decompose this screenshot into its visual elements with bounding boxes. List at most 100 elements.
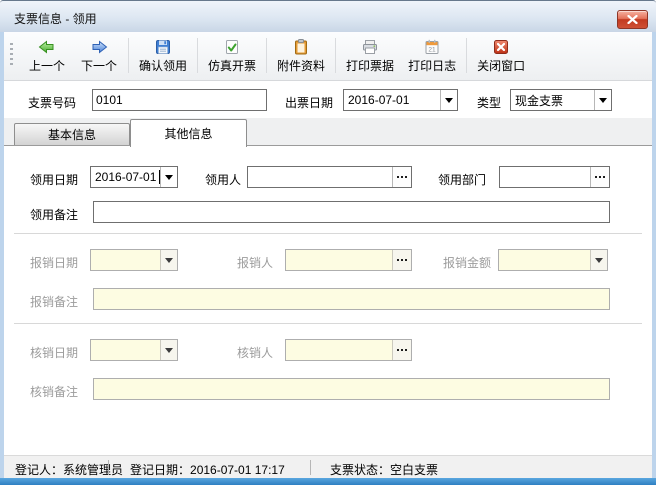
check-status-label: 支票状态： bbox=[330, 463, 390, 477]
reimburse-amount-dropdown-button bbox=[590, 250, 607, 270]
type-dropdown-button[interactable] bbox=[594, 90, 611, 110]
arrow-right-icon bbox=[90, 38, 108, 56]
collect-dept-label: 领用部门 bbox=[438, 171, 486, 188]
register-date-value: 2016-07-01 17:17 bbox=[190, 463, 285, 477]
collect-remark-label: 领用备注 bbox=[30, 206, 78, 223]
type-value: 现金支票 bbox=[515, 92, 594, 109]
window-border-left bbox=[0, 32, 4, 478]
statusbar-separator bbox=[108, 460, 109, 475]
collect-person-field[interactable] bbox=[247, 166, 412, 188]
tab-other-info[interactable]: 其他信息 bbox=[130, 119, 247, 147]
ellipsis-icon bbox=[401, 259, 403, 261]
writeoff-person-field bbox=[285, 339, 412, 361]
check-number-input[interactable] bbox=[92, 89, 267, 111]
statusbar-separator bbox=[310, 460, 311, 475]
registrant-label: 登记人： bbox=[15, 463, 63, 477]
reimburse-person-label: 报销人 bbox=[237, 254, 273, 271]
issue-date-dropdown-button[interactable] bbox=[440, 90, 457, 110]
ellipsis-icon bbox=[401, 176, 403, 178]
issue-date-label: 出票日期 bbox=[285, 94, 333, 111]
toolbar-button-simulate-invoice[interactable]: 仿真开票 bbox=[201, 35, 263, 76]
registrant-value: 系统管理员 bbox=[63, 463, 123, 477]
writeoff-date-combobox bbox=[90, 339, 178, 361]
register-date-label: 登记日期： bbox=[130, 463, 190, 477]
writeoff-date-dropdown-button bbox=[160, 340, 177, 360]
register-date-status: 登记日期：2016-07-01 17:17 bbox=[130, 461, 285, 478]
toolbar-button-label: 打印日志 bbox=[408, 57, 456, 74]
collect-date-label: 领用日期 bbox=[30, 171, 78, 188]
calendar-day-number: 21 bbox=[428, 46, 436, 53]
collect-person-browse-button[interactable] bbox=[392, 167, 411, 187]
tab-label: 其他信息 bbox=[164, 125, 212, 142]
toolbar-button-print-receipt[interactable]: 打印票据 bbox=[339, 35, 401, 76]
toolbar-button-label: 打印票据 bbox=[346, 57, 394, 74]
window-border-bottom bbox=[0, 478, 656, 485]
clipboard-icon bbox=[292, 38, 310, 56]
toolbar-separator bbox=[266, 38, 267, 73]
status-bar: 登记人：系统管理员 登记日期：2016-07-01 17:17 支票状态：空白支… bbox=[4, 455, 652, 478]
toolbar-button-label: 下一个 bbox=[81, 57, 117, 74]
reimburse-remark-label: 报销备注 bbox=[30, 293, 78, 310]
window-border-right bbox=[652, 32, 656, 478]
toolbar-button-attachments[interactable]: 附件资料 bbox=[270, 35, 332, 76]
close-icon bbox=[627, 15, 638, 24]
chevron-down-icon bbox=[445, 98, 453, 107]
titlebar[interactable]: 支票信息 - 领用 bbox=[0, 0, 656, 32]
issue-date-value: 2016-07-01 bbox=[348, 93, 440, 107]
toolbar-button-label: 仿真开票 bbox=[208, 57, 256, 74]
collect-dept-field[interactable] bbox=[499, 166, 610, 188]
chevron-down-icon bbox=[595, 258, 603, 267]
toolbar-button-label: 附件资料 bbox=[277, 57, 325, 74]
chevron-down-icon bbox=[165, 175, 173, 184]
tab-page-border bbox=[4, 145, 652, 146]
reimburse-date-label: 报销日期 bbox=[30, 254, 78, 271]
reimburse-person-field bbox=[285, 249, 412, 271]
toolbar-button-print-log[interactable]: 21 打印日志 bbox=[401, 35, 463, 76]
collect-person-label: 领用人 bbox=[205, 171, 241, 188]
check-status: 支票状态：空白支票 bbox=[330, 461, 438, 478]
toolbar: 上一个 下一个 bbox=[4, 32, 652, 81]
toolbar-gripper[interactable] bbox=[10, 43, 13, 68]
reimburse-person-browse-button bbox=[392, 250, 411, 270]
toolbar-button-confirm-collect[interactable]: 确认领用 bbox=[132, 35, 194, 76]
toolbar-button-previous[interactable]: 上一个 bbox=[21, 35, 73, 76]
window-close-button[interactable] bbox=[617, 10, 648, 29]
toolbar-button-label: 确认领用 bbox=[139, 57, 187, 74]
collect-date-combobox[interactable]: 2016-07-01 bbox=[90, 166, 178, 188]
writeoff-remark-label: 核销备注 bbox=[30, 383, 78, 400]
toolbar-button-next[interactable]: 下一个 bbox=[73, 35, 125, 76]
close-red-icon bbox=[492, 38, 510, 56]
registrant-status: 登记人：系统管理员 bbox=[15, 461, 123, 478]
collect-date-dropdown-button[interactable] bbox=[160, 167, 177, 187]
check-number-label: 支票号码 bbox=[28, 94, 76, 111]
type-label: 类型 bbox=[477, 94, 501, 111]
writeoff-person-label: 核销人 bbox=[237, 344, 273, 361]
ellipsis-icon bbox=[599, 176, 601, 178]
issue-date-combobox[interactable]: 2016-07-01 bbox=[343, 89, 458, 111]
check-status-value: 空白支票 bbox=[390, 463, 438, 477]
reimburse-remark-input bbox=[93, 288, 610, 310]
writeoff-date-label: 核销日期 bbox=[30, 344, 78, 361]
toolbar-separator bbox=[335, 38, 336, 73]
type-combobox[interactable]: 现金支票 bbox=[510, 89, 612, 111]
section-separator bbox=[14, 233, 642, 234]
ellipsis-icon bbox=[401, 349, 403, 351]
section-separator bbox=[14, 323, 642, 324]
collect-date-value: 2016-07-01 bbox=[95, 170, 158, 184]
toolbar-separator bbox=[128, 38, 129, 73]
arrow-left-icon bbox=[38, 38, 56, 56]
reimburse-amount-label: 报销金额 bbox=[443, 254, 491, 271]
reimburse-date-combobox bbox=[90, 249, 178, 271]
tab-basic-info[interactable]: 基本信息 bbox=[14, 123, 130, 145]
collect-dept-browse-button[interactable] bbox=[590, 167, 609, 187]
toolbar-separator bbox=[466, 38, 467, 73]
reimburse-amount-combobox bbox=[498, 249, 608, 271]
document-check-icon bbox=[223, 38, 241, 56]
collect-remark-input[interactable] bbox=[93, 201, 610, 223]
window-title: 支票信息 - 领用 bbox=[14, 10, 97, 27]
toolbar-button-close-window[interactable]: 关闭窗口 bbox=[470, 35, 532, 76]
check-info-window: 支票信息 - 领用 上一个 bbox=[0, 0, 656, 485]
save-icon bbox=[154, 38, 172, 56]
reimburse-date-dropdown-button bbox=[160, 250, 177, 270]
toolbar-button-label: 关闭窗口 bbox=[477, 57, 525, 74]
